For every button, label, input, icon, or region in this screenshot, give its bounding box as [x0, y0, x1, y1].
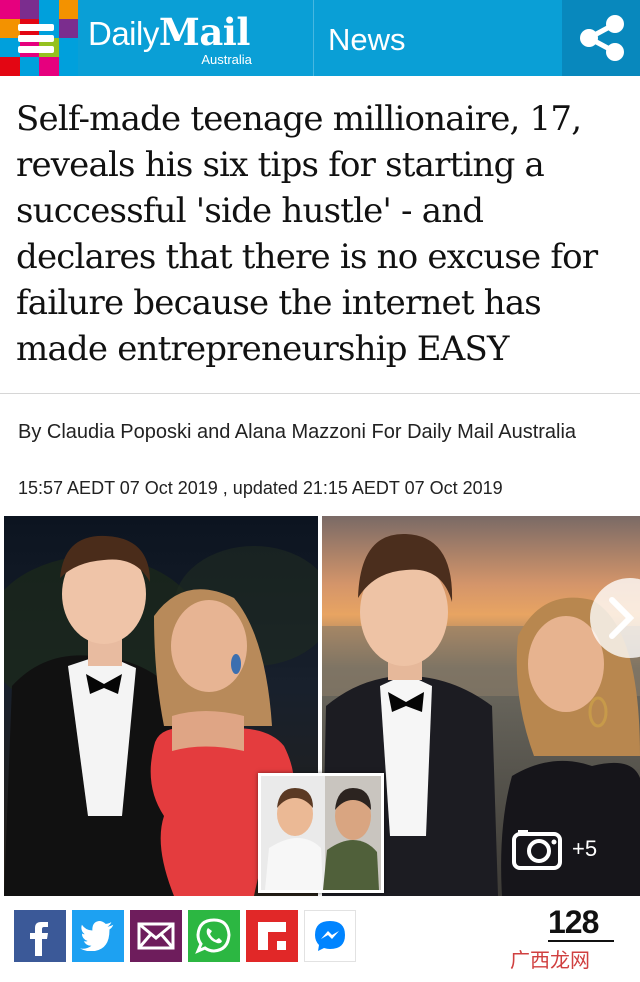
dateline: 15:57 AEDT 07 Oct 2019 , updated 21:15 A… — [18, 478, 503, 498]
hamburger-icon[interactable] — [14, 18, 58, 58]
comment-count[interactable]: 128 — [548, 904, 599, 941]
inset-photo[interactable] — [258, 773, 384, 893]
email-share-button[interactable] — [130, 910, 182, 962]
flipboard-icon — [258, 922, 286, 950]
messenger-icon — [315, 921, 345, 951]
share-icon — [580, 15, 624, 61]
chevron-right-icon — [609, 597, 635, 639]
gallery-button[interactable]: +5 — [512, 826, 610, 872]
flipboard-share-button[interactable] — [246, 910, 298, 962]
facebook-icon — [30, 922, 48, 956]
share-button[interactable] — [562, 0, 640, 76]
facebook-share-button[interactable] — [14, 910, 66, 962]
camera-icon — [512, 830, 562, 870]
social-share-bar — [14, 910, 356, 962]
comment-underline — [548, 940, 614, 942]
article-headline: Self-made teenage millionaire, 17, revea… — [16, 99, 598, 369]
whatsapp-icon — [195, 918, 231, 954]
logo-word-daily: Daily — [88, 15, 159, 52]
whatsapp-share-button[interactable] — [188, 910, 240, 962]
email-icon — [137, 922, 175, 950]
logo-edition: Australia — [201, 52, 252, 67]
watermark: 广西龙网 — [510, 950, 590, 972]
logo[interactable]: DailyMail Australia — [88, 10, 252, 68]
byline[interactable]: By Claudia Poposki and Alana Mazzoni For… — [18, 418, 618, 446]
twitter-share-button[interactable] — [72, 910, 124, 962]
gallery-count: +5 — [572, 836, 598, 861]
section-title[interactable]: News — [328, 22, 406, 58]
header-divider — [313, 0, 314, 76]
logo-word-mail: Mail — [158, 10, 251, 54]
top-bar: DailyMail Australia News — [0, 0, 640, 76]
twitter-icon — [80, 921, 114, 951]
headline-divider — [0, 393, 640, 394]
messenger-share-button[interactable] — [304, 910, 356, 962]
